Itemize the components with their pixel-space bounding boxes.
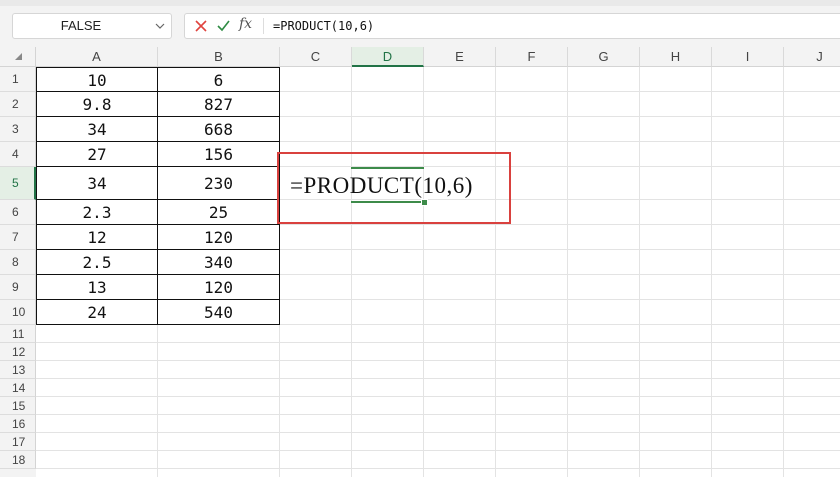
- column-header-i[interactable]: I: [712, 47, 784, 67]
- cell-b6[interactable]: 25: [157, 199, 280, 225]
- grid-row-line: [36, 378, 840, 379]
- cell-b1[interactable]: 6: [157, 67, 280, 92]
- cell-a10[interactable]: 24: [36, 299, 158, 325]
- column-header-e[interactable]: E: [424, 47, 496, 67]
- cell-b2[interactable]: 827: [157, 91, 280, 117]
- cell-a6[interactable]: 2.3: [36, 199, 158, 225]
- row-header-1[interactable]: 1: [0, 67, 36, 92]
- row-header-16[interactable]: 16: [0, 415, 36, 433]
- cell-b8[interactable]: 340: [157, 249, 280, 275]
- row-header-11[interactable]: 11: [0, 325, 36, 343]
- row-header-8[interactable]: 8: [0, 250, 36, 275]
- row-header-14[interactable]: 14: [0, 379, 36, 397]
- grid-row-line: [36, 450, 840, 451]
- formula-bar: FALSE fx =PRODUCT(10,6): [0, 6, 840, 46]
- formula-bar-divider: [263, 18, 264, 34]
- annotation-highlight-box: [277, 152, 511, 224]
- worksheet-grid[interactable]: 10 6 9.8 827 34 668 27 156 34 230 2.3 25 12 120 2.5 340…: [36, 67, 840, 477]
- cell-a5[interactable]: 34: [36, 166, 158, 200]
- row-header-17[interactable]: 17: [0, 433, 36, 451]
- cell-b4[interactable]: 156: [157, 141, 280, 167]
- column-header-c[interactable]: C: [280, 47, 352, 67]
- cell-a7[interactable]: 12: [36, 224, 158, 250]
- select-all-triangle-icon: [15, 53, 22, 60]
- grid-row-line: [36, 414, 840, 415]
- cell-a1[interactable]: 10: [36, 67, 158, 92]
- grid-column-line: [711, 67, 712, 477]
- column-header-j[interactable]: J: [784, 47, 840, 67]
- column-header-a[interactable]: A: [36, 47, 158, 67]
- row-header-10[interactable]: 10: [0, 300, 36, 325]
- grid-row-line: [36, 432, 840, 433]
- column-header-h[interactable]: H: [640, 47, 712, 67]
- row-header-5[interactable]: 5: [0, 167, 36, 200]
- formula-text[interactable]: =PRODUCT(10,6): [273, 14, 374, 38]
- cell-b7[interactable]: 120: [157, 224, 280, 250]
- grid-column-line: [495, 67, 496, 477]
- cell-a4[interactable]: 27: [36, 141, 158, 167]
- cross-icon[interactable]: [195, 20, 207, 32]
- column-header-g[interactable]: G: [568, 47, 640, 67]
- grid-column-line: [783, 67, 784, 477]
- column-header-d[interactable]: D: [352, 47, 424, 67]
- select-all-corner[interactable]: [0, 47, 36, 67]
- row-header-12[interactable]: 12: [0, 343, 36, 361]
- cell-b9[interactable]: 120: [157, 274, 280, 300]
- row-header-15[interactable]: 15: [0, 397, 36, 415]
- grid-row-line: [36, 342, 840, 343]
- cell-a2[interactable]: 9.8: [36, 91, 158, 117]
- column-header-f[interactable]: F: [496, 47, 568, 67]
- row-header-3[interactable]: 3: [0, 117, 36, 142]
- grid-column-line: [351, 67, 352, 477]
- row-header-6[interactable]: 6: [0, 200, 36, 225]
- cell-b3[interactable]: 668: [157, 116, 280, 142]
- cell-a8[interactable]: 2.5: [36, 249, 158, 275]
- cell-b5[interactable]: 230: [157, 166, 280, 200]
- column-header-b[interactable]: B: [158, 47, 280, 67]
- grid-column-line: [639, 67, 640, 477]
- grid-row-line: [36, 396, 840, 397]
- grid-row-line: [36, 360, 840, 361]
- row-header-7[interactable]: 7: [0, 225, 36, 250]
- grid-column-line: [423, 67, 424, 477]
- row-header-13[interactable]: 13: [0, 361, 36, 379]
- row-header-4[interactable]: 4: [0, 142, 36, 167]
- grid-row-line: [36, 468, 840, 469]
- row-header-9[interactable]: 9: [0, 275, 36, 300]
- formula-input-area[interactable]: fx =PRODUCT(10,6): [184, 13, 840, 39]
- row-header-18[interactable]: 18: [0, 451, 36, 469]
- name-box-value: FALSE: [60, 18, 102, 33]
- grid-column-line: [567, 67, 568, 477]
- name-box[interactable]: FALSE: [12, 13, 172, 39]
- chevron-down-icon[interactable]: [155, 21, 165, 31]
- check-icon[interactable]: [217, 20, 230, 32]
- insert-function-icon[interactable]: fx: [239, 16, 252, 32]
- row-header-2[interactable]: 2: [0, 92, 36, 117]
- cell-a9[interactable]: 13: [36, 274, 158, 300]
- cell-a3[interactable]: 34: [36, 116, 158, 142]
- cell-b10[interactable]: 540: [157, 299, 280, 325]
